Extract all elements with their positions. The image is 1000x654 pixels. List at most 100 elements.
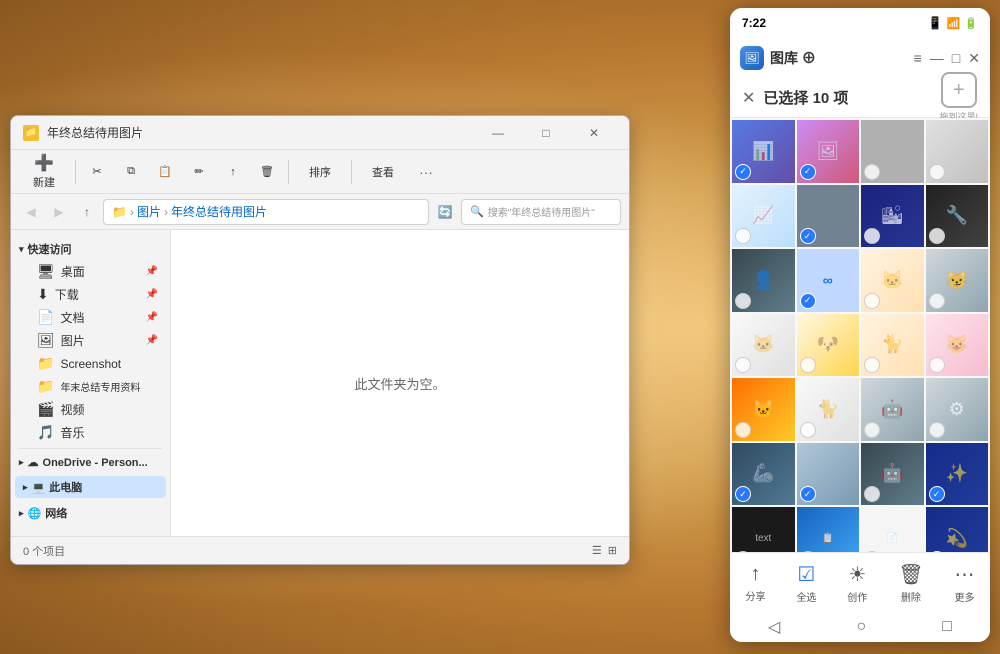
gallery-item[interactable]: 😺	[926, 314, 989, 377]
gallery-checkbox[interactable]	[735, 422, 751, 438]
phone-maximize-button[interactable]: □	[952, 50, 960, 67]
gallery-checkbox[interactable]: ✓	[929, 486, 945, 502]
gallery-item[interactable]: 🐈	[861, 314, 924, 377]
gallery-item[interactable]: 📊 ✓	[732, 120, 795, 183]
phone-gallery[interactable]: 📊 ✓ 🖼 ✓ 📈	[730, 118, 990, 552]
gallery-item[interactable]: 🐱	[732, 378, 795, 441]
gallery-item[interactable]: 🐈	[797, 378, 860, 441]
forward-button[interactable]: ▶	[47, 200, 71, 224]
gallery-item[interactable]: 🐱	[861, 249, 924, 312]
gallery-checkbox[interactable]: ✓	[800, 228, 816, 244]
quick-access-header[interactable]: ▾ 快速访问	[11, 238, 170, 260]
grid-view-icon[interactable]: ⊞	[608, 544, 617, 557]
gallery-item[interactable]: ✓	[797, 185, 860, 248]
gallery-checkbox[interactable]	[800, 422, 816, 438]
gallery-checkbox[interactable]: ✓	[800, 164, 816, 180]
maximize-button[interactable]: □	[523, 116, 569, 150]
gallery-checkbox[interactable]	[929, 422, 945, 438]
rename-button[interactable]: ✏	[184, 154, 214, 190]
gallery-item[interactable]: ⚙	[926, 378, 989, 441]
minimize-button[interactable]: —	[475, 116, 521, 150]
share-button[interactable]: ↑	[218, 154, 248, 190]
gallery-item[interactable]: ✓	[797, 443, 860, 506]
sidebar-item-videos[interactable]: 🎬 视频	[15, 398, 166, 421]
create-button[interactable]: ☀ 创作	[847, 562, 867, 604]
more-button[interactable]: ⋯ 更多	[955, 562, 975, 604]
gallery-item[interactable]: 🐶	[797, 314, 860, 377]
selection-close-button[interactable]: ✕	[742, 88, 755, 108]
gallery-item[interactable]: 👤	[732, 249, 795, 312]
new-button[interactable]: ➕ 新建	[19, 154, 69, 190]
gallery-item[interactable]	[926, 120, 989, 183]
gallery-checkbox[interactable]: ✓	[735, 164, 751, 180]
path-bar[interactable]: 📁 › 图片 › 年终总结待用图片	[103, 199, 429, 225]
gallery-item[interactable]: 📋	[797, 507, 860, 552]
gallery-item[interactable]: 🤖	[861, 378, 924, 441]
sidebar-item-screenshot[interactable]: 📁 Screenshot	[15, 352, 166, 375]
gallery-checkbox[interactable]	[864, 357, 880, 373]
gallery-item[interactable]: 📈	[732, 185, 795, 248]
copy-button[interactable]: ⧉	[116, 154, 146, 190]
gallery-item[interactable]	[861, 120, 924, 183]
cut-button[interactable]: ✂	[82, 154, 112, 190]
gallery-item[interactable]: ✨ ✓	[926, 443, 989, 506]
select-all-button[interactable]: ☑ 全选	[796, 562, 816, 604]
sidebar-item-music[interactable]: 🎵 音乐	[15, 421, 166, 444]
more-button[interactable]: ···	[412, 158, 440, 186]
gallery-item[interactable]: ∞ ✓	[797, 249, 860, 312]
gallery-item[interactable]: 😼	[926, 249, 989, 312]
sort-button[interactable]: 排序	[295, 154, 345, 190]
gallery-item[interactable]: 🤖	[861, 443, 924, 506]
network-header[interactable]: ▸ 🌐 网络	[11, 502, 170, 524]
list-view-icon[interactable]: ☰	[592, 544, 602, 557]
paste-button[interactable]: 📋	[150, 154, 180, 190]
refresh-button[interactable]: 🔄	[433, 200, 457, 224]
gallery-checkbox[interactable]	[929, 164, 945, 180]
gallery-checkbox[interactable]	[864, 293, 880, 309]
sidebar-item-desktop[interactable]: 🖥 桌面 📌	[15, 260, 166, 283]
share-button[interactable]: ↑ 分享	[745, 563, 765, 603]
back-button[interactable]: ◀	[19, 200, 43, 224]
sidebar-item-yearend[interactable]: 📁 年末总结专用资料	[15, 375, 166, 398]
phone-close-button[interactable]: ✕	[968, 50, 980, 67]
view-button[interactable]: 查看	[358, 154, 408, 190]
phone-menu-button[interactable]: ≡	[914, 50, 922, 67]
gallery-checkbox[interactable]: ✓	[735, 486, 751, 502]
gallery-checkbox[interactable]	[735, 293, 751, 309]
gallery-item[interactable]: 🦾 ✓	[732, 443, 795, 506]
recent-nav-button[interactable]: □	[942, 618, 952, 636]
gallery-checkbox[interactable]	[864, 422, 880, 438]
back-nav-button[interactable]: ◁	[768, 617, 780, 637]
gallery-checkbox[interactable]: ✓	[800, 486, 816, 502]
up-button[interactable]: ↑	[75, 200, 99, 224]
gallery-checkbox[interactable]	[735, 357, 751, 373]
delete-button[interactable]: 🗑	[252, 154, 282, 190]
gallery-checkbox[interactable]	[800, 357, 816, 373]
sidebar-item-documents[interactable]: 📄 文档 📌	[15, 306, 166, 329]
gallery-item[interactable]: 🏙	[861, 185, 924, 248]
gallery-checkbox[interactable]	[864, 228, 880, 244]
phone-minimize-button[interactable]: —	[930, 50, 944, 67]
search-bar[interactable]: 🔍 搜索"年终总结待用图片"	[461, 199, 621, 225]
path-item-pictures[interactable]: 图片	[137, 203, 161, 220]
delete-button[interactable]: 🗑 删除	[898, 562, 923, 604]
gallery-checkbox[interactable]	[864, 164, 880, 180]
onedrive-header[interactable]: ▸ ☁ OneDrive - Person...	[11, 453, 170, 472]
gallery-checkbox[interactable]	[735, 228, 751, 244]
gallery-item[interactable]: 📄	[861, 507, 924, 552]
sidebar-item-pictures[interactable]: 🖼 图片 📌	[15, 329, 166, 352]
gallery-item[interactable]: 🖼 ✓	[797, 120, 860, 183]
sidebar-item-downloads[interactable]: ⬇ 下载 📌	[15, 283, 166, 306]
gallery-checkbox[interactable]: ✓	[800, 293, 816, 309]
gallery-item[interactable]: 💫 ✓	[926, 507, 989, 552]
this-pc-header[interactable]: ▸ 💻 此电脑	[15, 476, 166, 498]
drop-here-area[interactable]: + 拖到这里!	[939, 72, 978, 123]
path-item-folder[interactable]: 年终总结待用图片	[171, 203, 267, 220]
gallery-checkbox[interactable]	[929, 293, 945, 309]
gallery-item[interactable]: text	[732, 507, 795, 552]
gallery-checkbox[interactable]	[864, 486, 880, 502]
gallery-checkbox[interactable]	[929, 228, 945, 244]
home-nav-button[interactable]: ○	[856, 618, 866, 636]
close-button[interactable]: ✕	[571, 116, 617, 150]
gallery-item[interactable]: 🐱	[732, 314, 795, 377]
